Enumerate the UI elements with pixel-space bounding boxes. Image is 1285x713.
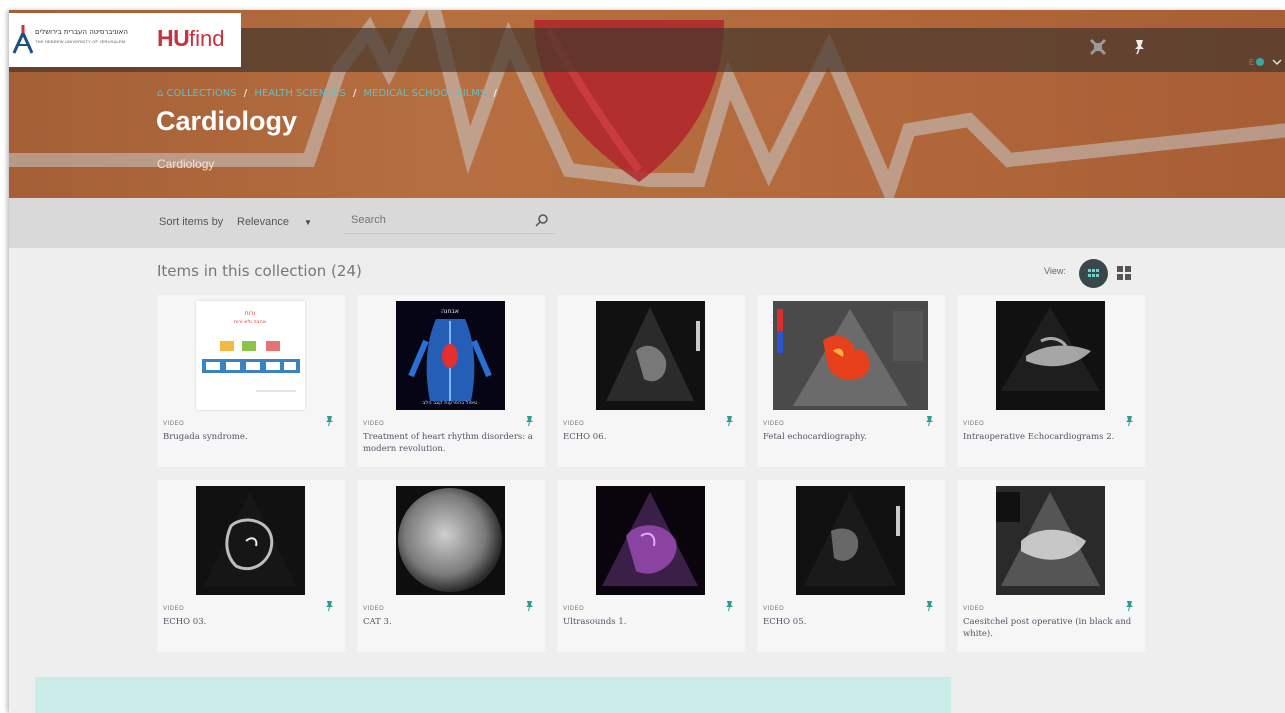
search-icon[interactable]: [535, 213, 549, 232]
item-title[interactable]: Fetal echocardiography.: [763, 431, 939, 443]
grid-view-icon: [1088, 269, 1099, 277]
list-view-icon: [1117, 266, 1131, 280]
item-thumbnail[interactable]: ורוח אהבה ולא ורוח: [196, 301, 305, 410]
item-title[interactable]: Intraoperative Echocardiograms 2.: [963, 431, 1139, 443]
item-card[interactable]: VIDEO ECHO 06.: [557, 295, 745, 467]
list-view-button[interactable]: [1117, 266, 1131, 285]
pin-icon[interactable]: [1132, 39, 1146, 60]
item-thumbnail[interactable]: [996, 301, 1105, 410]
item-type: VIDEO: [363, 606, 385, 612]
item-title[interactable]: Caesitchel post operative (in black and …: [963, 616, 1139, 640]
item-card[interactable]: ורוח אהבה ולא ורוח VIDEO Brugada syndrom…: [157, 295, 345, 467]
item-title[interactable]: Brugada syndrome.: [163, 431, 339, 443]
svg-text:ורוח: ורוח: [245, 310, 256, 317]
breadcrumb: ⌂ COLLECTIONS / HEALTH SCIENCES / MEDICA…: [157, 88, 497, 99]
item-type: VIDEO: [563, 421, 585, 427]
language-selector[interactable]: E: [1246, 55, 1285, 72]
home-icon: ⌂: [157, 88, 164, 99]
item-card[interactable]: VIDEO Fetal echocardiography.: [757, 295, 945, 467]
svg-text:טיפול בהפרעות קצב הלב: טיפול בהפרעות קצב הלב: [423, 400, 478, 406]
page-title: Cardiology: [156, 106, 298, 136]
items-count-heading: Items in this collection (24): [157, 262, 362, 280]
search-input[interactable]: [351, 214, 521, 226]
breadcrumb-collections[interactable]: COLLECTIONS: [167, 88, 237, 99]
item-type: VIDEO: [163, 606, 185, 612]
svg-text:אבחנה: אבחנה: [441, 308, 459, 315]
item-type: VIDEO: [163, 421, 185, 427]
item-thumbnail[interactable]: [396, 486, 505, 595]
pin-icon[interactable]: [326, 413, 333, 431]
item-type: VIDEO: [963, 421, 985, 427]
item-title[interactable]: CAT 3.: [363, 616, 539, 628]
pin-icon[interactable]: [526, 598, 533, 616]
browser-frame: E האוניברסיטה העברית בירושלים THE HEBREW…: [9, 10, 1285, 713]
item-type: VIDEO: [963, 606, 985, 612]
university-emblem-icon: [12, 25, 34, 54]
sort-label: Sort items by: [159, 216, 224, 228]
pin-icon[interactable]: [526, 413, 533, 431]
item-card[interactable]: VIDEO Caesitchel post operative (in blac…: [957, 480, 1145, 652]
pin-icon[interactable]: [726, 598, 733, 616]
brand-find: find: [189, 26, 225, 51]
pin-icon[interactable]: [1126, 413, 1133, 431]
item-card[interactable]: VIDEO CAT 3.: [357, 480, 545, 652]
item-type: VIDEO: [363, 421, 385, 427]
collection-hero: E האוניברסיטה העברית בירושלים THE HEBREW…: [9, 10, 1285, 198]
item-card[interactable]: VIDEO ECHO 05.: [757, 480, 945, 652]
svg-text:אהבה ולא ורוח: אהבה ולא ורוח: [234, 319, 266, 325]
pin-icon[interactable]: [926, 598, 933, 616]
item-type: VIDEO: [563, 606, 585, 612]
item-thumbnail[interactable]: אבחנה טיפול בהפרעות קצב הלב: [396, 301, 505, 410]
item-type: VIDEO: [763, 421, 785, 427]
chevron-down-icon[interactable]: ▼: [304, 218, 312, 227]
breadcrumb-health-sciences[interactable]: HEALTH SCIENCES: [254, 88, 345, 99]
breadcrumb-medical-school-films[interactable]: MEDICAL SCHOOL FILMS: [364, 88, 487, 99]
hufind-logo[interactable]: האוניברסיטה העברית בירושלים THE HEBREW U…: [9, 13, 241, 67]
item-type: VIDEO: [763, 606, 785, 612]
item-title[interactable]: ECHO 06.: [563, 431, 739, 443]
search-box: [343, 208, 555, 234]
brand-hu: HU: [157, 25, 190, 51]
item-thumbnail[interactable]: [996, 486, 1105, 595]
info-panel: [35, 677, 951, 713]
pin-icon[interactable]: [926, 413, 933, 431]
pin-icon[interactable]: [326, 598, 333, 616]
item-card[interactable]: VIDEO ECHO 03.: [157, 480, 345, 652]
item-title[interactable]: ECHO 03.: [163, 616, 339, 628]
item-thumbnail[interactable]: [196, 486, 305, 595]
item-thumbnail[interactable]: [773, 301, 928, 410]
svg-text:E: E: [1249, 58, 1254, 67]
item-card[interactable]: VIDEO Ultrasounds 1.: [557, 480, 745, 652]
pin-icon[interactable]: [726, 413, 733, 431]
item-thumbnail[interactable]: [596, 486, 705, 595]
item-thumbnail[interactable]: [796, 486, 905, 595]
item-card[interactable]: אבחנה טיפול בהפרעות קצב הלב VIDEO Treatm…: [357, 295, 545, 467]
language-icon: E: [1249, 58, 1282, 67]
page-subtitle: Cardiology: [157, 157, 215, 171]
university-name-english: THE HEBREW UNIVERSITY OF JERUSALEM: [35, 39, 126, 44]
collection-icon[interactable]: [1089, 38, 1107, 61]
university-name-hebrew: האוניברסיטה העברית בירושלים: [35, 28, 128, 36]
item-title[interactable]: Ultrasounds 1.: [563, 616, 739, 628]
grid-view-button[interactable]: [1079, 259, 1108, 288]
item-card[interactable]: VIDEO Intraoperative Echocardiograms 2.: [957, 295, 1145, 467]
item-title[interactable]: Treatment of heart rhythm disorders: a m…: [363, 431, 539, 455]
view-label: View:: [1044, 266, 1066, 276]
item-title[interactable]: ECHO 05.: [763, 616, 939, 628]
sort-dropdown[interactable]: Relevance: [237, 216, 289, 228]
item-thumbnail[interactable]: [596, 301, 705, 410]
collection-toolbar: Sort items by Relevance ▼: [9, 198, 1285, 248]
pin-icon[interactable]: [1126, 598, 1133, 616]
